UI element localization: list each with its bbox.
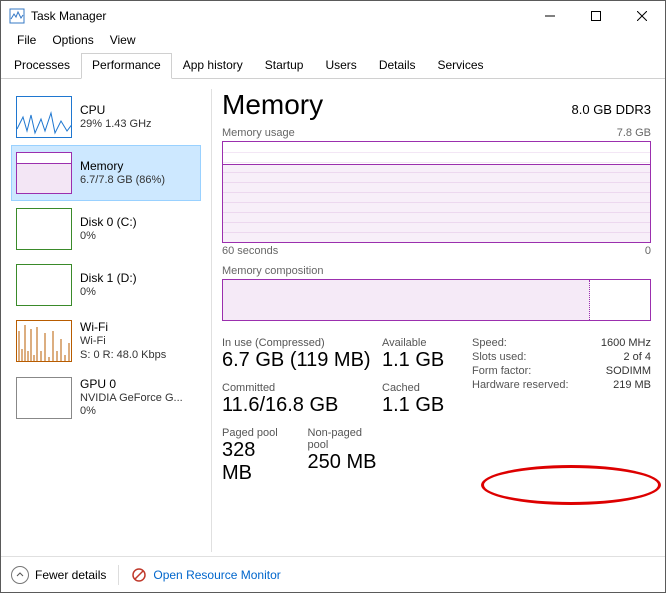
sidebar-item-sub2: S: 0 R: 48.0 Kbps [80, 349, 166, 363]
main-panel-wrap: Memory 8.0 GB DDR3 Memory usage 7.8 GB 6… [222, 89, 655, 552]
cached-value: 1.1 GB [382, 394, 472, 417]
menu-file[interactable]: File [9, 31, 44, 51]
sidebar-item-label: Memory [80, 159, 165, 174]
tabbar: Processes Performance App history Startu… [1, 53, 665, 79]
available-value: 1.1 GB [382, 349, 472, 372]
sidebar-item-label: Wi-Fi [80, 320, 166, 335]
sidebar-item-label: Disk 0 (C:) [80, 215, 137, 230]
disk0-thumb [16, 208, 72, 250]
footer: Fewer details Open Resource Monitor [1, 556, 665, 592]
disk1-thumb [16, 264, 72, 306]
paged-value: 328 MB [222, 439, 288, 485]
maximize-button[interactable] [573, 1, 619, 31]
sidebar-item-sub: NVIDIA GeForce G... [80, 392, 183, 406]
sidebar: CPU 29% 1.43 GHz Memory 6.7/7.8 GB (86%) [11, 89, 201, 552]
usage-max: 7.8 GB [617, 127, 651, 139]
available-label: Available [382, 337, 472, 349]
titlebar[interactable]: Task Manager [1, 1, 665, 31]
task-manager-window: Task Manager File Options View Processes… [0, 0, 666, 593]
tab-app-history[interactable]: App history [172, 53, 254, 78]
tab-services[interactable]: Services [427, 53, 495, 78]
sidebar-item-sub: 0% [80, 286, 137, 300]
slots-value: 2 of 4 [593, 351, 651, 363]
app-icon [9, 8, 25, 24]
tab-details[interactable]: Details [368, 53, 427, 78]
sidebar-item-label: Disk 1 (D:) [80, 271, 137, 286]
vertical-divider [211, 89, 212, 552]
form-factor-value: SODIMM [593, 365, 651, 377]
sidebar-item-label: GPU 0 [80, 377, 183, 392]
sidebar-item-wifi[interactable]: Wi-Fi Wi-Fi S: 0 R: 48.0 Kbps [11, 313, 201, 370]
tab-users[interactable]: Users [314, 53, 367, 78]
wifi-thumb [16, 320, 72, 362]
page-title: Memory [222, 89, 323, 121]
content: CPU 29% 1.43 GHz Memory 6.7/7.8 GB (86%) [1, 79, 665, 556]
sidebar-item-sub: 29% 1.43 GHz [80, 118, 152, 132]
speed-value: 1600 MHz [593, 337, 651, 349]
close-button[interactable] [619, 1, 665, 31]
sidebar-item-disk0[interactable]: Disk 0 (C:) 0% [11, 201, 201, 257]
axis-right: 0 [645, 245, 651, 257]
committed-value: 11.6/16.8 GB [222, 394, 382, 417]
tab-performance[interactable]: Performance [81, 53, 172, 79]
hw-reserved-label: Hardware reserved: [472, 379, 577, 391]
window-title: Task Manager [31, 9, 527, 23]
gpu-thumb [16, 377, 72, 419]
sidebar-item-disk1[interactable]: Disk 1 (D:) 0% [11, 257, 201, 313]
in-use-value: 6.7 GB (119 MB) [222, 349, 382, 372]
main-panel: Memory 8.0 GB DDR3 Memory usage 7.8 GB 6… [222, 89, 655, 495]
nonpaged-value: 250 MB [308, 451, 382, 474]
sidebar-item-sub2: 0% [80, 405, 183, 419]
minimize-button[interactable] [527, 1, 573, 31]
footer-separator [118, 565, 119, 585]
speed-label: Speed: [472, 337, 577, 349]
resource-monitor-icon [131, 567, 147, 583]
sidebar-item-label: CPU [80, 103, 152, 118]
sidebar-item-memory[interactable]: Memory 6.7/7.8 GB (86%) [11, 145, 201, 201]
form-factor-label: Form factor: [472, 365, 577, 377]
memory-composition-graph[interactable] [222, 279, 651, 321]
chevron-up-icon [11, 566, 29, 584]
resource-monitor-label: Open Resource Monitor [153, 568, 280, 582]
window-controls [527, 1, 665, 31]
cpu-thumb [16, 96, 72, 138]
tab-startup[interactable]: Startup [254, 53, 315, 78]
tab-processes[interactable]: Processes [3, 53, 81, 78]
stats-area: In use (Compressed) 6.7 GB (119 MB) Comm… [222, 337, 651, 495]
open-resource-monitor-link[interactable]: Open Resource Monitor [131, 567, 280, 583]
fewer-details-button[interactable]: Fewer details [11, 566, 106, 584]
menubar: File Options View [1, 31, 665, 51]
memory-usage-graph[interactable] [222, 141, 651, 243]
cached-label: Cached [382, 382, 472, 394]
in-use-label: In use (Compressed) [222, 337, 382, 349]
committed-label: Committed [222, 382, 382, 394]
sidebar-item-cpu[interactable]: CPU 29% 1.43 GHz [11, 89, 201, 145]
sidebar-item-sub: 6.7/7.8 GB (86%) [80, 174, 165, 188]
usage-label: Memory usage [222, 127, 295, 139]
paged-label: Paged pool [222, 427, 288, 439]
memory-thumb [16, 152, 72, 194]
memory-capacity: 8.0 GB DDR3 [572, 102, 651, 117]
menu-options[interactable]: Options [44, 31, 101, 51]
sidebar-item-gpu[interactable]: GPU 0 NVIDIA GeForce G... 0% [11, 370, 201, 427]
sidebar-item-sub: 0% [80, 230, 137, 244]
fewer-details-label: Fewer details [35, 568, 106, 582]
memory-properties: Speed: 1600 MHz Slots used: 2 of 4 Form … [472, 337, 651, 495]
slots-label: Slots used: [472, 351, 577, 363]
composition-label: Memory composition [222, 265, 323, 277]
sidebar-item-sub: Wi-Fi [80, 335, 166, 349]
nonpaged-label: Non-paged pool [308, 427, 382, 451]
hw-reserved-value: 219 MB [593, 379, 651, 391]
axis-left: 60 seconds [222, 245, 278, 257]
menu-view[interactable]: View [102, 31, 144, 51]
